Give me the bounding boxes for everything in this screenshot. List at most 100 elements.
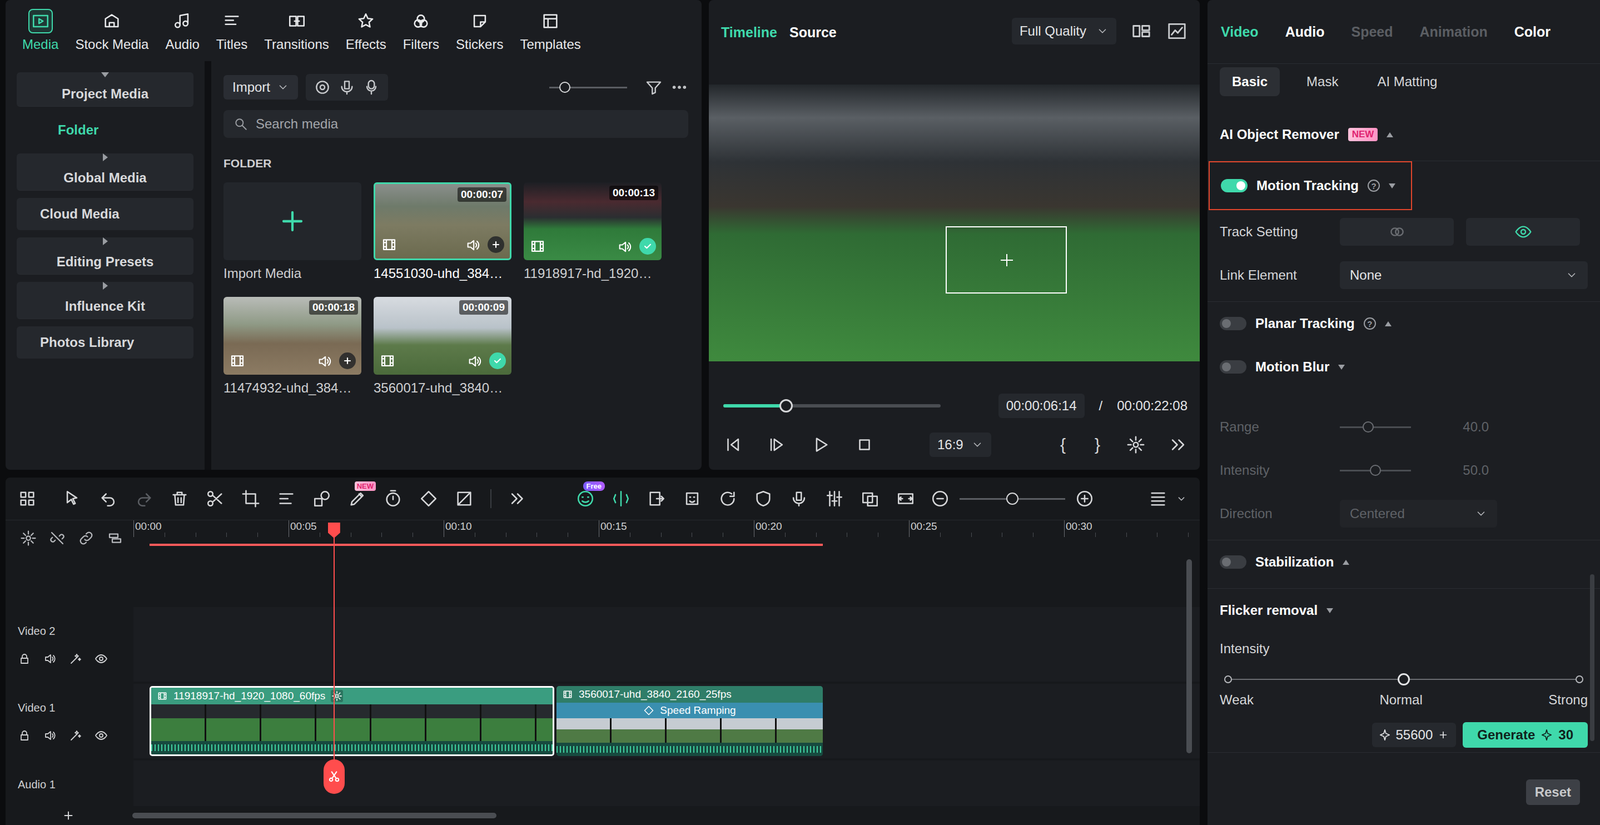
eye-icon[interactable] [94, 652, 108, 666]
track-height-icon[interactable] [1148, 489, 1168, 509]
subtab[interactable]: Basic [1219, 67, 1280, 97]
help-icon[interactable]: ? [1367, 179, 1380, 192]
playhead[interactable] [333, 520, 335, 807]
preview-tab[interactable]: Timeline [721, 24, 778, 41]
slider-knob[interactable] [559, 81, 571, 93]
aspect-ratio-select[interactable]: 16:9 [929, 432, 992, 457]
collapse-arrow-icon[interactable] [1326, 608, 1334, 614]
previous-frame-icon[interactable] [723, 435, 743, 455]
wand-icon[interactable] [68, 728, 83, 743]
scope-chart-icon[interactable] [1166, 20, 1188, 42]
toolbar-button[interactable]: NEW [348, 489, 367, 509]
zoom-out-icon[interactable] [930, 489, 950, 509]
playhead-cut-handle[interactable] [323, 759, 345, 794]
grid-icon[interactable] [17, 489, 37, 509]
playback-progress[interactable] [723, 404, 941, 408]
link-icon[interactable] [77, 529, 95, 547]
sidebar-item[interactable]: Project Media [16, 72, 194, 107]
progress-knob[interactable] [779, 399, 793, 413]
subtab[interactable]: Mask [1294, 67, 1351, 97]
record-icon[interactable] [313, 78, 332, 97]
toolbar-button[interactable] [896, 489, 916, 509]
properties-tab[interactable]: Animation [1419, 23, 1488, 41]
speaker-icon[interactable] [43, 652, 57, 666]
toolbar-button[interactable] [170, 489, 190, 509]
properties-tab[interactable]: Speed [1350, 23, 1393, 41]
nav-tab[interactable]: Templates [519, 8, 581, 53]
toolbar-button[interactable] [205, 489, 225, 509]
nav-tab[interactable]: Effects [345, 8, 387, 53]
vertical-scrollbar[interactable] [1186, 559, 1192, 754]
nav-tab[interactable]: Titles [216, 8, 248, 53]
generate-button[interactable]: Generate30 [1462, 722, 1588, 748]
toolbar-button[interactable] [718, 489, 738, 509]
more-tools-icon[interactable] [508, 489, 528, 509]
slider-value[interactable]: 40.0 [1410, 419, 1489, 435]
tracking-box[interactable] [945, 226, 1067, 294]
media-search[interactable]: Search media [223, 110, 689, 138]
toolbar-button[interactable] [611, 489, 631, 509]
slider-value[interactable]: 50.0 [1410, 462, 1489, 479]
toolbar-button[interactable] [312, 489, 332, 509]
step-track[interactable] [1228, 671, 1580, 688]
preview-tab[interactable]: Source [789, 24, 837, 41]
collapse-arrow-icon[interactable] [1342, 559, 1350, 565]
dropdown[interactable]: None [1339, 261, 1588, 290]
sidebar-item[interactable]: Editing Presets [16, 237, 194, 275]
subtab[interactable]: AI Matting [1364, 67, 1450, 97]
video-clip[interactable]: 3560017-uhd_3840_2160_25fpsSpeed Ramping [556, 686, 823, 757]
track-setting-button[interactable] [1339, 217, 1454, 246]
toolbar-button[interactable] [825, 489, 844, 509]
nav-tab[interactable]: Filters [403, 8, 440, 53]
media-card[interactable]: 00:00:1311918917-hd_1920… [523, 182, 662, 282]
media-card[interactable]: 00:00:093560017-uhd_3840… [373, 296, 512, 396]
track-setting-button[interactable] [1466, 217, 1580, 246]
toggle-switch[interactable] [1219, 316, 1247, 331]
nav-tab[interactable]: Stickers [455, 8, 504, 53]
gear-icon[interactable] [20, 529, 37, 547]
slider-knob[interactable] [1006, 492, 1019, 505]
step-stop[interactable] [1575, 675, 1584, 684]
zoom-in-icon[interactable] [1075, 489, 1095, 509]
toolbar-button[interactable] [789, 489, 809, 509]
media-card[interactable]: 00:00:1811474932-uhd_384… [223, 296, 362, 396]
nav-tab[interactable]: Stock Media [75, 8, 149, 53]
toolbar-button[interactable]: Free [575, 489, 595, 509]
toolbar-button[interactable] [647, 489, 667, 509]
toggle-switch[interactable] [1219, 555, 1247, 569]
nav-tab[interactable]: Media [22, 8, 59, 53]
lock-icon[interactable] [17, 728, 32, 743]
toolbar-button[interactable] [276, 489, 296, 509]
expand-more-icon[interactable] [1168, 435, 1188, 455]
collapse-arrow-icon[interactable] [1384, 321, 1392, 327]
toolbar-button[interactable] [860, 489, 880, 509]
layout-icon[interactable] [1130, 20, 1152, 42]
eye-icon[interactable] [94, 728, 108, 743]
import-media-card[interactable]: Import Media [223, 182, 362, 282]
play-icon[interactable] [811, 435, 831, 455]
step-stop[interactable] [1397, 673, 1410, 686]
section-header[interactable]: AI Object RemoverNEW [1207, 112, 1600, 157]
credits-box[interactable]: 55600 [1372, 722, 1457, 748]
voice-icon[interactable] [362, 78, 381, 97]
add-to-timeline-button[interactable] [487, 236, 505, 253]
toolbar-button[interactable] [454, 489, 474, 509]
stack-icon[interactable] [106, 529, 124, 547]
section-header[interactable]: Flicker removal [1207, 588, 1600, 633]
collapse-arrow-icon[interactable] [1338, 364, 1345, 370]
video-clip[interactable]: 11918917-hd_1920_1080_60fps [149, 686, 555, 757]
collapse-arrow-icon[interactable] [1386, 132, 1394, 138]
toolbar-button[interactable] [63, 489, 83, 509]
sidebar-item[interactable]: Cloud Media [16, 197, 194, 231]
stop-icon[interactable] [855, 435, 874, 455]
toolbar-button[interactable] [241, 489, 261, 509]
properties-scrollbar[interactable] [1589, 574, 1595, 742]
filter-icon[interactable] [644, 78, 663, 97]
step-stop[interactable] [1224, 675, 1232, 684]
caret-down-icon[interactable] [1175, 492, 1188, 505]
nav-tab[interactable]: Transitions [264, 8, 329, 53]
time-ruler[interactable]: 00:0000:0500:1000:1500:2000:2500:30 [133, 520, 1200, 556]
toggle-switch[interactable] [1219, 360, 1247, 374]
mark-out-button[interactable]: } [1091, 435, 1103, 455]
slider-knob[interactable] [1362, 421, 1374, 433]
